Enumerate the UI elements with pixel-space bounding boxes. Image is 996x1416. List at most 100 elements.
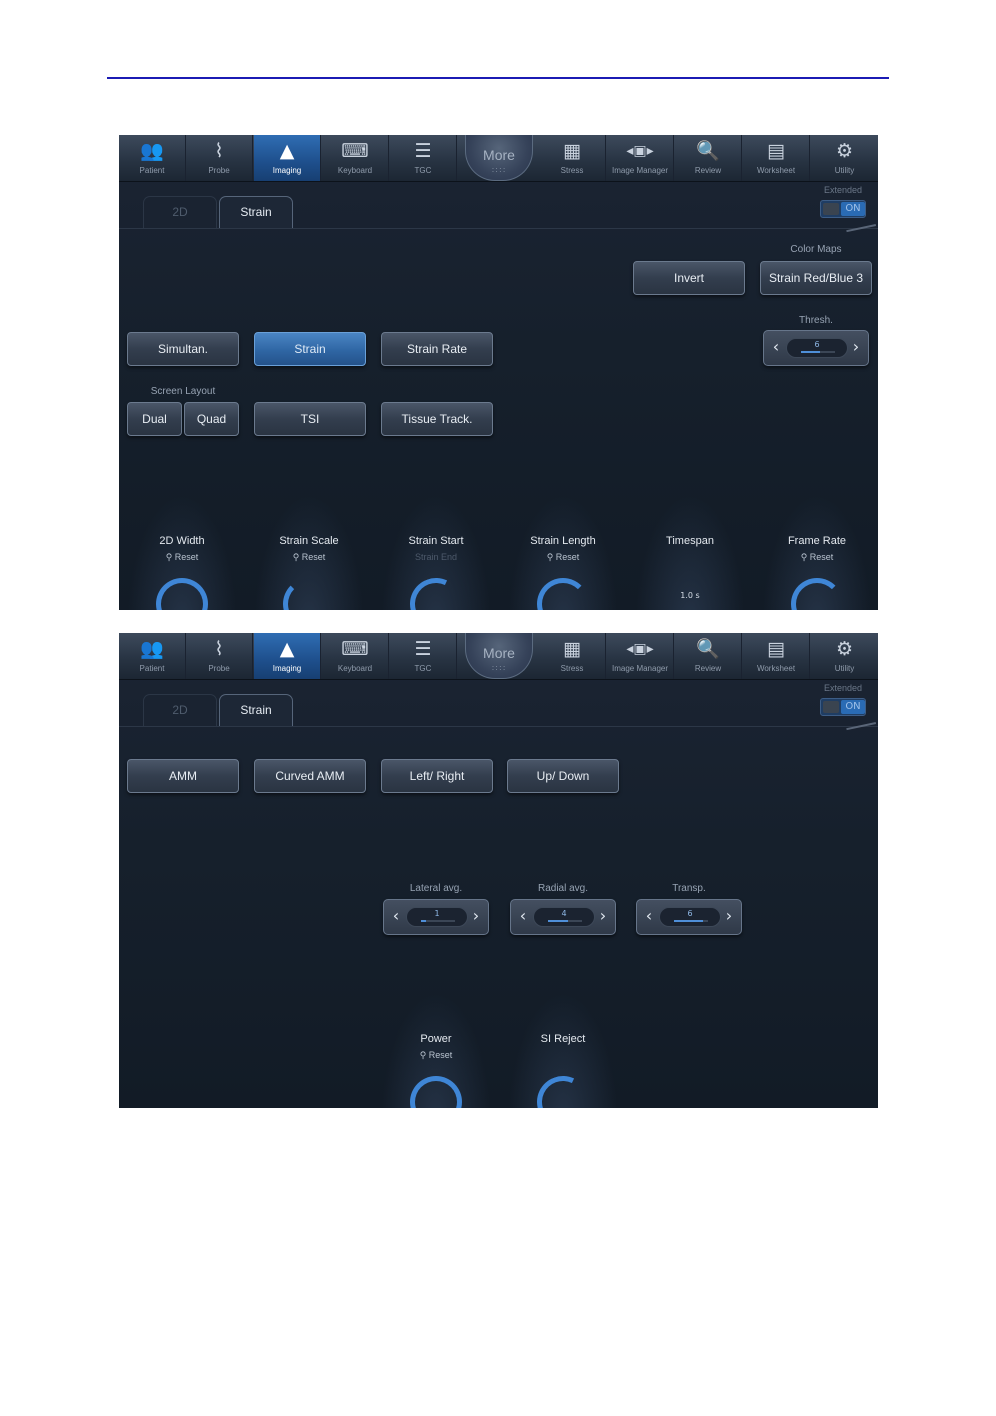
knob-sub[interactable]: ⚲ Reset bbox=[259, 552, 359, 563]
thresh-stepper[interactable]: ‹ 6 › bbox=[763, 330, 869, 366]
radial-avg-stepper[interactable]: ‹ 4 › bbox=[510, 899, 616, 935]
up-down-button[interactable]: Up/ Down bbox=[507, 759, 619, 793]
toolbar-worksheet[interactable]: ▤ Worksheet bbox=[743, 135, 810, 181]
toolbar-label: Image Manager bbox=[611, 166, 669, 175]
more-dots-icon: :::: bbox=[491, 165, 507, 174]
invert-button[interactable]: Invert bbox=[633, 261, 745, 295]
tab-2d[interactable]: 2D bbox=[143, 694, 217, 726]
quad-button[interactable]: Quad bbox=[184, 402, 239, 436]
toolbar-label: Probe bbox=[208, 664, 230, 673]
chevron-left-icon[interactable]: ‹ bbox=[388, 906, 404, 926]
dual-button[interactable]: Dual bbox=[127, 402, 182, 436]
toolbar-patient[interactable]: 👥 Patient bbox=[119, 633, 186, 679]
chevron-left-icon[interactable]: ‹ bbox=[515, 906, 531, 926]
more-button[interactable]: More:::: bbox=[465, 633, 533, 679]
stylus-icon bbox=[846, 721, 878, 739]
tab-divider bbox=[119, 228, 878, 229]
knob-sub[interactable]: ⚲ Reset bbox=[513, 552, 613, 563]
stepper-value: 4 bbox=[561, 909, 567, 918]
toolbar-keyboard[interactable]: ⌨ Keyboard bbox=[322, 633, 389, 679]
reset-label: Reset bbox=[809, 552, 834, 562]
toolbar-probe[interactable]: ⌇ Probe bbox=[186, 633, 253, 679]
review-icon: 🔍 bbox=[696, 638, 720, 660]
level-bar bbox=[674, 920, 708, 922]
toolbar-label: Stress bbox=[560, 664, 584, 673]
extended-toggle[interactable]: ON bbox=[820, 698, 866, 716]
strain-rate-button[interactable]: Strain Rate bbox=[381, 332, 493, 366]
toolbar-stress[interactable]: ▦ Stress bbox=[539, 135, 606, 181]
chevron-right-icon[interactable]: › bbox=[721, 906, 737, 926]
toolbar-review[interactable]: 🔍 Review bbox=[675, 633, 742, 679]
toolbar-label: Utility bbox=[834, 166, 855, 175]
level-fill bbox=[548, 920, 569, 922]
knob-sub[interactable]: ⚲ Reset bbox=[767, 552, 867, 563]
left-right-button[interactable]: Left/ Right bbox=[381, 759, 493, 793]
transp-stepper[interactable]: ‹ 6 › bbox=[636, 899, 742, 935]
top-toolbar: 👥 Patient ⌇ Probe ▲ Imaging ⌨ Keyboard ☰ TGC … bbox=[119, 135, 878, 182]
toolbar-utility[interactable]: ⚙ Utility bbox=[811, 135, 878, 181]
toolbar-imaging[interactable]: ▲ Imaging bbox=[254, 135, 321, 181]
toolbar-review[interactable]: 🔍 Review bbox=[675, 135, 742, 181]
more-button[interactable]: More:::: bbox=[465, 135, 533, 181]
radial-avg-label: Radial avg. bbox=[537, 883, 589, 894]
toolbar-stress[interactable]: ▦ Stress bbox=[539, 633, 606, 679]
stepper-value-well: 6 bbox=[659, 907, 721, 927]
toolbar-label: Worksheet bbox=[756, 166, 796, 175]
more-label: More bbox=[483, 645, 515, 661]
toolbar-label: Stress bbox=[560, 166, 584, 175]
reset-label: Reset bbox=[301, 552, 326, 562]
knob-sub: Strain End bbox=[414, 552, 458, 562]
toolbar-image-manager[interactable]: ◂▣▸ Image Manager bbox=[607, 633, 674, 679]
knob-label: Timespan bbox=[666, 535, 714, 547]
toggle-state: ON bbox=[841, 202, 865, 216]
stylus-icon bbox=[846, 223, 878, 241]
top-toolbar: 👥 Patient ⌇ Probe ▲ Imaging ⌨ Keyboard ☰ TGC … bbox=[119, 633, 878, 680]
toolbar-worksheet[interactable]: ▤ Worksheet bbox=[743, 633, 810, 679]
toolbar-tgc[interactable]: ☰ TGC bbox=[390, 135, 457, 181]
color-maps-label: Color Maps bbox=[790, 244, 842, 255]
simultan-button[interactable]: Simultan. bbox=[127, 332, 239, 366]
reset-label: Reset bbox=[174, 552, 199, 562]
patient-icon: 👥 bbox=[140, 638, 164, 660]
toolbar-label: Review bbox=[694, 664, 722, 673]
stepper-value-well: 1 bbox=[406, 907, 468, 927]
toolbar-utility[interactable]: ⚙ Utility bbox=[811, 633, 878, 679]
knob-label: Frame Rate bbox=[787, 535, 847, 547]
tgc-icon: ☰ bbox=[414, 638, 432, 660]
toolbar-patient[interactable]: 👥 Patient bbox=[119, 135, 186, 181]
tissue-track-button[interactable]: Tissue Track. bbox=[381, 402, 493, 436]
strain-button[interactable]: Strain bbox=[254, 332, 366, 366]
toolbar-label: Patient bbox=[139, 166, 165, 175]
knob-sub[interactable]: ⚲ Reset bbox=[132, 552, 232, 563]
toolbar-keyboard[interactable]: ⌨ Keyboard bbox=[322, 135, 389, 181]
chevron-left-icon[interactable]: ‹ bbox=[641, 906, 657, 926]
toolbar-label: Image Manager bbox=[611, 664, 669, 673]
lateral-avg-label: Lateral avg. bbox=[409, 883, 463, 894]
toolbar-imaging[interactable]: ▲ Imaging bbox=[254, 633, 321, 679]
chevron-right-icon[interactable]: › bbox=[595, 906, 611, 926]
amm-button[interactable]: AMM bbox=[127, 759, 239, 793]
curved-amm-button[interactable]: Curved AMM bbox=[254, 759, 366, 793]
extended-toggle[interactable]: ON bbox=[820, 200, 866, 218]
tab-strain[interactable]: Strain bbox=[219, 196, 293, 228]
image-manager-icon: ◂▣▸ bbox=[626, 143, 654, 159]
tgc-icon: ☰ bbox=[414, 140, 432, 162]
tab-2d[interactable]: 2D bbox=[143, 196, 217, 228]
reset-label: Reset bbox=[428, 1050, 453, 1060]
toggle-state: ON bbox=[841, 700, 865, 714]
chevron-right-icon[interactable]: › bbox=[848, 337, 864, 357]
toolbar-tgc[interactable]: ☰ TGC bbox=[390, 633, 457, 679]
tab-strain[interactable]: Strain bbox=[219, 694, 293, 726]
knob-sub[interactable]: ⚲ Reset bbox=[386, 1050, 486, 1061]
stepper-value-well: 4 bbox=[533, 907, 595, 927]
extended-label: Extended bbox=[823, 185, 863, 195]
chevron-right-icon[interactable]: › bbox=[468, 906, 484, 926]
toolbar-probe[interactable]: ⌇ Probe bbox=[186, 135, 253, 181]
toolbar-image-manager[interactable]: ◂▣▸ Image Manager bbox=[607, 135, 674, 181]
color-map-button[interactable]: Strain Red/Blue 3 bbox=[760, 261, 872, 295]
lateral-avg-stepper[interactable]: ‹ 1 › bbox=[383, 899, 489, 935]
worksheet-icon: ▤ bbox=[767, 638, 785, 660]
tsi-button[interactable]: TSI bbox=[254, 402, 366, 436]
level-fill bbox=[801, 351, 820, 353]
chevron-left-icon[interactable]: ‹ bbox=[768, 337, 784, 357]
